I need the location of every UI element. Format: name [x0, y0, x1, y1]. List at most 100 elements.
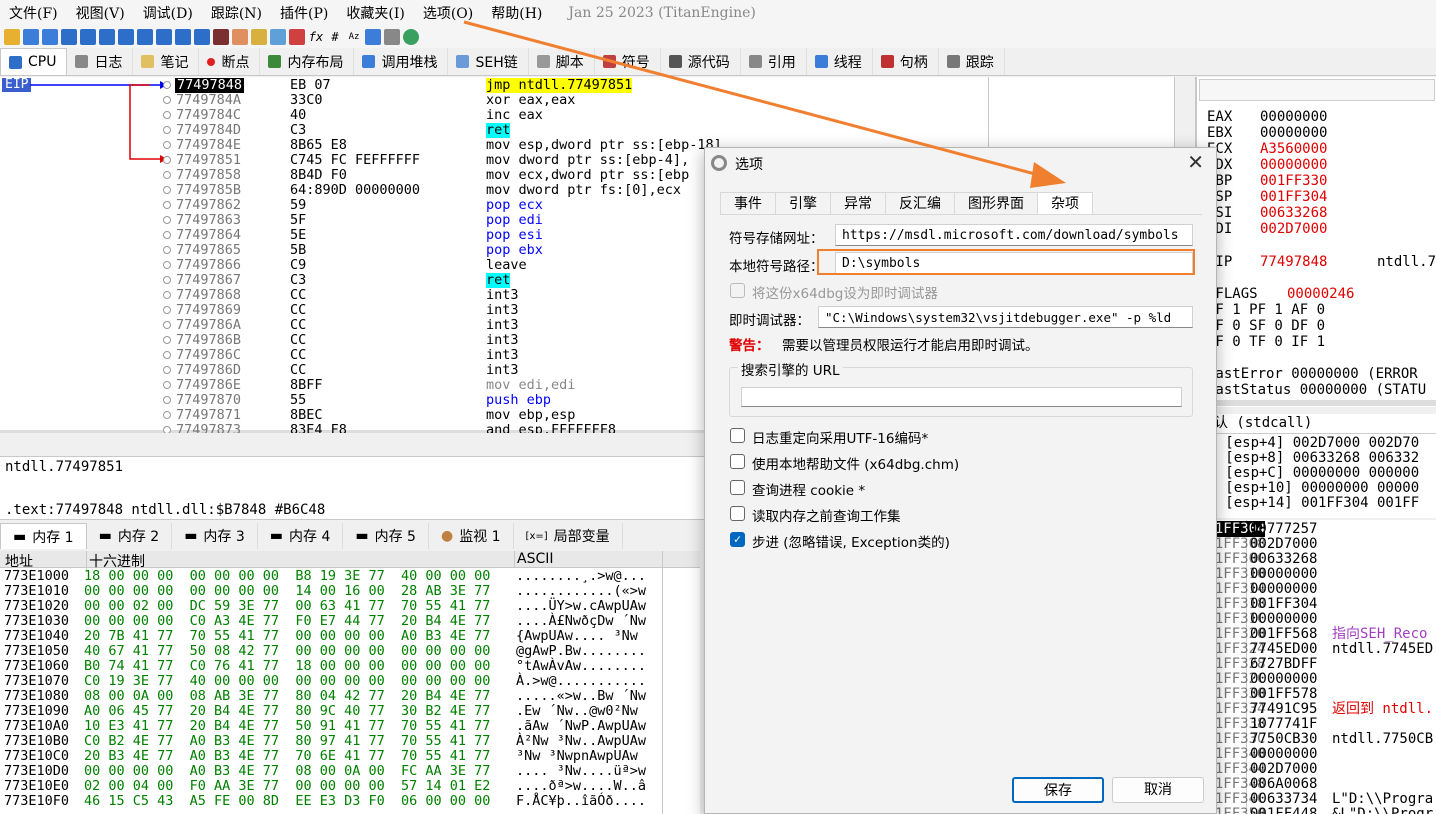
breakpoint-bullet[interactable]	[163, 96, 171, 104]
tab-exceptions[interactable]: 异常	[830, 192, 886, 214]
dump-address[interactable]: 773E10C0	[4, 749, 69, 764]
stack-value[interactable]: 00000000	[1250, 746, 1317, 762]
option-checkbox[interactable]	[730, 480, 745, 495]
tab-dump-3[interactable]: ▬ 内存 3	[172, 523, 258, 549]
disasm-address[interactable]: 77497869	[176, 303, 241, 318]
stack-value[interactable]: 00000000	[1250, 566, 1317, 582]
breakpoint-bullet[interactable]	[163, 261, 171, 269]
run-icon[interactable]	[61, 29, 77, 45]
tab-source[interactable]: 源代码	[661, 48, 741, 75]
menu-favourites[interactable]: 收藏夹(I)	[337, 3, 413, 23]
cancel-button[interactable]: 取消	[1112, 777, 1204, 803]
breakpoint-bullet[interactable]	[163, 336, 171, 344]
close-icon[interactable]: ✕	[1187, 150, 1204, 174]
option-checkbox[interactable]	[730, 454, 745, 469]
trace-over-icon[interactable]	[156, 29, 172, 45]
dump-address[interactable]: 773E1070	[4, 674, 69, 689]
dump-hex[interactable]: 00 00 02 00 DC 59 3E 77 00 63 41 77 70 5…	[84, 599, 490, 614]
menu-file[interactable]: 文件(F)	[0, 3, 67, 23]
dump-address[interactable]: 773E10F0	[4, 794, 69, 809]
tab-script[interactable]: 脚本	[529, 48, 595, 75]
disasm-address[interactable]: 7749784C	[176, 108, 241, 123]
comments-icon[interactable]	[251, 29, 267, 45]
disasm-address[interactable]: 7749786D	[176, 363, 241, 378]
dump-hex[interactable]: 40 67 41 77 50 08 42 77 00 00 00 00 00 0…	[84, 644, 490, 659]
menu-plugins[interactable]: 插件(P)	[271, 3, 337, 23]
execute-till-return-icon[interactable]	[175, 29, 191, 45]
disasm-address[interactable]: 77497858	[176, 168, 241, 183]
stack-value[interactable]: 002D7000	[1250, 761, 1317, 777]
dump-hex[interactable]: B0 74 41 77 C0 76 41 77 18 00 00 00 00 0…	[84, 659, 490, 674]
stack-value[interactable]: 77491C95	[1250, 701, 1317, 717]
jit-input[interactable]: "C:\Windows\system32\vsjitdebugger.exe" …	[818, 306, 1193, 328]
dump-hex[interactable]: 00 00 00 00 C0 A3 4E 77 F0 E7 44 77 20 B…	[84, 614, 490, 629]
dump-ascii[interactable]: .ãAw ´NwP.AwpUAw	[516, 719, 646, 734]
dump-ascii[interactable]: .Ew ´Nw..@w0²Nw	[516, 704, 638, 719]
close-debuggee-icon[interactable]	[42, 29, 58, 45]
dump-address[interactable]: 773E1090	[4, 704, 69, 719]
breakpoint-bullet[interactable]	[163, 141, 171, 149]
tab-handles[interactable]: 句柄	[873, 48, 939, 75]
pause-icon[interactable]	[80, 29, 96, 45]
scylla-icon[interactable]	[213, 29, 229, 45]
dump-hex[interactable]: 00 00 00 00 00 00 00 00 14 00 16 00 28 A…	[84, 584, 490, 599]
tab-disassembly[interactable]: 反汇编	[885, 192, 955, 214]
dump-hex[interactable]: 00 00 00 00 A0 B3 4E 77 08 00 0A 00 FC A…	[84, 764, 490, 779]
bookmarks-icon[interactable]	[289, 29, 305, 45]
dump-hex[interactable]: C0 19 3E 77 40 00 00 00 00 00 00 00 00 0…	[84, 674, 490, 689]
step-into-icon[interactable]	[99, 29, 115, 45]
eip-register-value[interactable]: 77497848	[1260, 254, 1327, 270]
stack-value[interactable]: 00633734	[1250, 791, 1317, 807]
functions-icon[interactable]: fx	[308, 29, 324, 45]
dump-ascii[interactable]: ........¸.>w@...	[516, 569, 646, 584]
run-to-user-code-icon[interactable]	[194, 29, 210, 45]
tab-references[interactable]: 引用	[741, 48, 807, 75]
dump-address[interactable]: 773E10D0	[4, 764, 69, 779]
tab-breakpoints[interactable]: 断点	[199, 48, 261, 75]
dump-ascii[interactable]: ............(«>w	[516, 584, 646, 599]
registers-panel[interactable]: EIP 77497848 ntdll.7 EFLAGS 00000246 ZF …	[1196, 77, 1436, 407]
disasm-address[interactable]: 7749785B	[176, 183, 241, 198]
breakpoint-bullet[interactable]	[163, 156, 171, 164]
labels-icon[interactable]	[270, 29, 286, 45]
disasm-address[interactable]: 77497866	[176, 258, 241, 273]
tab-cpu[interactable]: CPU	[0, 48, 68, 75]
breakpoint-bullet[interactable]	[163, 366, 171, 374]
dump-address[interactable]: 773E10B0	[4, 734, 69, 749]
stack-value[interactable]: 006A0068	[1250, 776, 1317, 792]
breakpoint-bullet[interactable]	[163, 321, 171, 329]
stack-value[interactable]: 00000000	[1250, 581, 1317, 597]
dump-ascii[interactable]: .....«>w..Bw ´Nw	[516, 689, 646, 704]
dump-address[interactable]: 773E1000	[4, 569, 69, 584]
tab-watch-1[interactable]: ● 监视 1	[429, 523, 514, 549]
dump-address[interactable]: 773E1020	[4, 599, 69, 614]
tab-dump-1[interactable]: ▬ 内存 1	[0, 523, 87, 549]
breakpoint-bullet[interactable]	[163, 171, 171, 179]
register-value[interactable]: 001FF304	[1260, 189, 1327, 205]
dump-ascii[interactable]: @gAwP.Bw........	[516, 644, 646, 659]
dump-ascii[interactable]: ....ÜY>w.cAwpUAw	[516, 599, 646, 614]
disasm-address[interactable]: 77497867	[176, 273, 241, 288]
dump-hex[interactable]: C0 B2 4E 77 A0 B3 4E 77 80 97 41 77 70 5…	[84, 734, 490, 749]
dump-address[interactable]: 773E10E0	[4, 779, 69, 794]
stack-value[interactable]: 001FF448	[1250, 806, 1317, 814]
dump-address[interactable]: 773E1050	[4, 644, 69, 659]
stack-value[interactable]: 10777257	[1250, 521, 1317, 537]
menu-trace[interactable]: 跟踪(N)	[202, 3, 271, 23]
tab-misc[interactable]: 杂项	[1037, 192, 1093, 214]
dump-hex[interactable]: 20 B3 4E 77 A0 B3 4E 77 70 6E 41 77 70 5…	[84, 749, 490, 764]
breakpoint-bullet[interactable]	[163, 426, 171, 433]
stack-value[interactable]: 6727BDFF	[1250, 656, 1317, 672]
tab-symbols[interactable]: 符号	[595, 48, 661, 75]
stack-value[interactable]: 00000000	[1250, 611, 1317, 627]
register-value[interactable]: 00000000	[1260, 125, 1327, 141]
breakpoint-bullet[interactable]	[163, 216, 171, 224]
option-checkbox[interactable]: ✓	[730, 532, 745, 547]
stack-value[interactable]: 002D7000	[1250, 536, 1317, 552]
breakpoint-bullet[interactable]	[163, 111, 171, 119]
tab-notes[interactable]: 笔记	[133, 48, 200, 75]
tab-dump-2[interactable]: ▬ 内存 2	[87, 523, 173, 549]
eflags-value[interactable]: 00000246	[1287, 286, 1354, 302]
dump-address[interactable]: 773E1010	[4, 584, 69, 599]
tab-seh-chain[interactable]: SEH链	[448, 48, 529, 75]
